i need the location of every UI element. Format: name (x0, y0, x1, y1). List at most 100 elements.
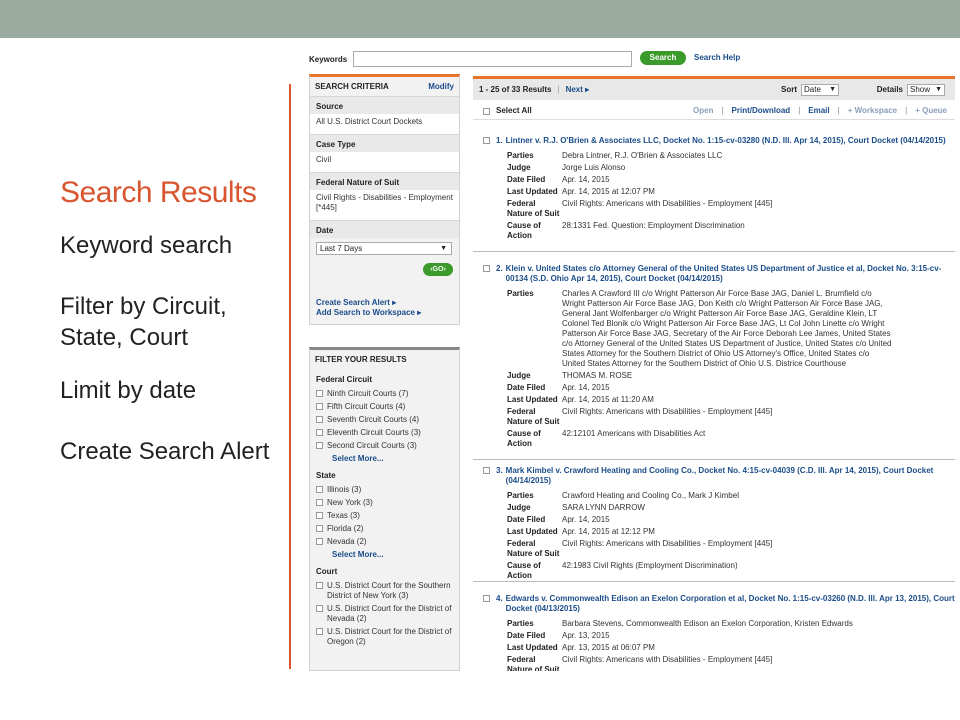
criteria-source: Source All U.S. District Court Dockets (310, 96, 459, 134)
result-title-link[interactable]: Lintner v. R.J. O'Brien & Associates LLC… (506, 136, 946, 146)
detail-row: Federal Nature of Suit Civil Rights: Amer… (473, 407, 955, 427)
detail-value: Crawford Heating and Cooling Co., Mark J… (562, 491, 739, 500)
detail-row: Parties Crawford Heating and Cooling Co.,… (473, 491, 955, 501)
detail-key: Parties (507, 289, 534, 298)
results-header: 1 - 25 of 33 Results | Next ▸ Sort Date ▼ … (473, 76, 955, 100)
detail-key: Judge (507, 371, 531, 380)
result-title-link[interactable]: Edwards v. Commonwealth Edison an Exelon… (506, 594, 955, 614)
next-page-link[interactable]: Next ▸ (566, 85, 590, 94)
result-title-link[interactable]: Klein v. United States c/o Attorney Gene… (506, 264, 955, 284)
criteria-links: Create Search Alert ▸ Add Search to Work… (310, 298, 459, 318)
sort-select[interactable]: Date ▼ (801, 84, 839, 96)
slide-divider-line (289, 84, 291, 669)
detail-key: Parties (507, 619, 534, 628)
add-search-workspace-link[interactable]: Add Search to Workspace ▸ (316, 308, 453, 318)
detail-row: Federal Nature of Suit Civil Rights: Amer… (473, 655, 955, 671)
filter-item-state[interactable]: Illinois (3) (310, 483, 459, 496)
checkbox[interactable] (316, 415, 323, 423)
detail-row: Date Filed Apr. 14, 2015 (473, 383, 955, 393)
result-number: 4. (496, 594, 503, 603)
checkbox[interactable] (316, 581, 323, 589)
filter-item-circuit[interactable]: Seventh Circuit Courts (4) (310, 413, 459, 426)
detail-key: Last Updated (507, 187, 558, 196)
checkbox[interactable] (316, 428, 323, 436)
detail-value: Civil Rights: Americans with Disabilitie… (562, 407, 773, 416)
source-label: Source (310, 96, 459, 114)
next-label: Next (565, 85, 583, 94)
case-type-value: Civil (310, 152, 459, 172)
detail-key: Date Filed (507, 631, 546, 640)
queue-action[interactable]: + Queue (911, 106, 951, 115)
detail-value: SARA LYNN DARROW (562, 503, 645, 512)
checkbox[interactable] (316, 524, 323, 532)
keywords-input[interactable] (353, 51, 632, 67)
detail-row: Parties Charles A Crawford III c/o Wright… (473, 289, 955, 369)
chevron-down-icon: ▼ (829, 86, 836, 93)
filter-item-circuit[interactable]: Ninth Circuit Courts (7) (310, 387, 459, 400)
open-action[interactable]: Open (689, 106, 717, 115)
result-title-row: 2. Klein v. United States c/o Attorney G… (473, 264, 955, 284)
checkbox[interactable] (316, 604, 323, 612)
divider: | (905, 106, 908, 115)
filter-item-circuit[interactable]: Second Circuit Courts (3) (310, 439, 459, 452)
print-download-action[interactable]: Print/Download (728, 106, 795, 115)
filter-item-label: Illinois (3) (327, 484, 362, 494)
checkbox[interactable] (316, 485, 323, 493)
result-checkbox[interactable] (483, 137, 490, 144)
modify-link[interactable]: Modify (428, 82, 454, 91)
detail-row: Judge SARA LYNN DARROW (473, 503, 955, 513)
detail-key: Cause of Action (507, 221, 541, 240)
federal-circuit-label: Federal Circuit (316, 375, 373, 384)
filter-item-state[interactable]: Nevada (2) (310, 535, 459, 548)
checkbox[interactable] (316, 441, 323, 449)
filter-item-court[interactable]: U.S. District Court for the Southern Dis… (310, 579, 459, 602)
detail-value: Charles A Crawford III c/o Wright Patter… (562, 289, 892, 368)
circuit-select-more-link[interactable]: Select More... (310, 452, 459, 465)
checkbox[interactable] (316, 498, 323, 506)
selection-toolbar: Select All Open | Print/Download | Email… (473, 102, 955, 120)
result-checkbox[interactable] (483, 467, 490, 474)
select-all-checkbox[interactable] (483, 107, 490, 115)
search-help-link[interactable]: Search Help (694, 53, 740, 62)
filter-item-circuit[interactable]: Fifth Circuit Courts (4) (310, 400, 459, 413)
checkbox[interactable] (316, 537, 323, 545)
detail-value: Civil Rights: Americans with Disabilitie… (562, 539, 773, 548)
filter-item-state[interactable]: Texas (3) (310, 509, 459, 522)
detail-value: Apr. 14, 2015 at 12:12 PM (562, 527, 655, 536)
search-criteria-panel: SEARCH CRITERIA Modify Source All U.S. D… (309, 74, 460, 325)
result-checkbox[interactable] (483, 595, 490, 602)
create-search-alert-link[interactable]: Create Search Alert ▸ (316, 298, 453, 308)
details-select[interactable]: Show ▼ (907, 84, 945, 96)
result-checkbox[interactable] (483, 265, 490, 272)
checkbox[interactable] (316, 402, 323, 410)
filter-item-circuit[interactable]: Eleventh Circuit Courts (3) (310, 426, 459, 439)
checkbox[interactable] (316, 627, 323, 635)
filter-item-state[interactable]: New York (3) (310, 496, 459, 509)
divider: | (837, 106, 840, 115)
detail-key: Judge (507, 503, 531, 512)
detail-row: Date Filed Apr. 14, 2015 (473, 515, 955, 525)
result-details: Parties Debra Lintner, R.J. O'Brien & Ass… (473, 151, 955, 241)
search-button[interactable]: Search (640, 51, 686, 65)
filter-item-state[interactable]: Florida (2) (310, 522, 459, 535)
detail-row: Date Filed Apr. 13, 2015 (473, 631, 955, 641)
result-number: 3. (496, 466, 503, 475)
detail-value: Barbara Stevens, Commonwealth Edison an … (562, 619, 853, 628)
bullet-keyword-search: Keyword search (60, 232, 233, 259)
result-title-link[interactable]: Mark Kimbel v. Crawford Heating and Cool… (506, 466, 955, 486)
workspace-action[interactable]: + Workspace (844, 106, 901, 115)
checkbox[interactable] (316, 511, 323, 519)
search-screenshot: Keywords Search Search Help SEARCH CRITE… (305, 46, 955, 671)
checkbox[interactable] (316, 389, 323, 397)
filter-item-label: Nevada (2) (327, 536, 367, 546)
detail-key: Parties (507, 491, 534, 500)
date-select[interactable]: Last 7 Days ▼ (316, 242, 452, 255)
filter-item-court[interactable]: U.S. District Court for the District of … (310, 602, 459, 625)
court-label: Court (316, 567, 338, 576)
email-action[interactable]: Email (804, 106, 833, 115)
chevron-right-icon: › (443, 266, 446, 273)
filter-item-court[interactable]: U.S. District Court for the District of … (310, 625, 459, 648)
add-workspace-label: Add Search to Workspace (316, 308, 415, 317)
state-select-more-link[interactable]: Select More... (310, 548, 459, 561)
go-button[interactable]: ‹GO› (423, 263, 453, 276)
